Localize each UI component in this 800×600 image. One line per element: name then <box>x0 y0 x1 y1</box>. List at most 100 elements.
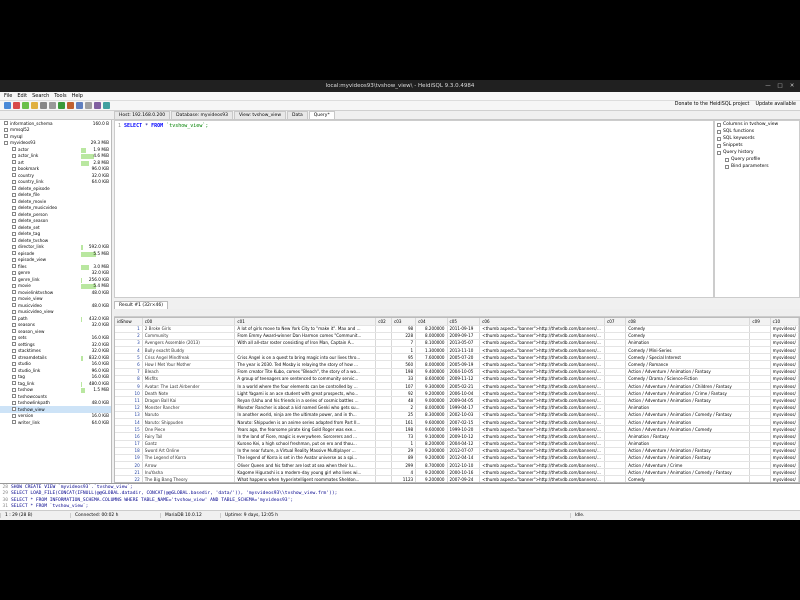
table-cell[interactable]: <thumb aspect="banner">http://thetvdb.co… <box>479 461 606 470</box>
table-cell[interactable]: In a world where the four elements can b… <box>234 382 377 391</box>
table-cell[interactable]: Animation / Fantasy <box>625 432 751 441</box>
helper-item[interactable]: Bind parameters <box>715 163 799 170</box>
helper-item[interactable]: Columns in tvshow_view <box>715 121 799 128</box>
table-cell[interactable] <box>375 389 392 398</box>
table-cell[interactable]: The year is 2030. Ted Mosby is relaying … <box>234 360 377 369</box>
table-cell[interactable]: <thumb aspect="banner">http://thetvdb.co… <box>479 368 606 376</box>
table-cell[interactable]: mysvideos/ <box>770 425 799 434</box>
table-cell[interactable]: 98 <box>391 325 417 333</box>
table-cell[interactable] <box>749 396 771 405</box>
table-row[interactable]: 16 Fairy Tail In the land of Fiore, magic … <box>115 432 799 441</box>
table-cell[interactable]: Death Note <box>142 389 236 398</box>
tab-host[interactable]: Host: 192.168.0.200 <box>114 111 171 119</box>
table-cell[interactable]: 17 <box>115 440 143 448</box>
table-cell[interactable]: 9.000000 <box>415 396 448 405</box>
table-cell[interactable]: 10 <box>115 389 143 398</box>
table-cell[interactable]: Misfits <box>142 375 236 384</box>
table-cell[interactable]: Avatar: The Last Airbender <box>142 382 236 391</box>
tree-item[interactable]: writer_link 64.0 KiB <box>0 419 111 426</box>
table-cell[interactable]: Naruto: Shippuden <box>142 418 236 427</box>
table-cell[interactable] <box>749 461 771 470</box>
table-cell[interactable] <box>604 339 627 348</box>
table-cell[interactable]: 2005-02-21 <box>447 382 481 391</box>
column-header[interactable]: c08 <box>625 318 751 326</box>
table-cell[interactable]: Action / Adventure / Crime <box>625 461 751 470</box>
disconnect-icon[interactable] <box>13 102 20 109</box>
table-cell[interactable]: 1123 <box>391 475 417 482</box>
table-cell[interactable]: Action / Adventure / Animation <box>625 418 751 427</box>
table-cell[interactable]: 2005-07-20 <box>447 353 481 362</box>
table-cell[interactable] <box>604 454 627 463</box>
table-cell[interactable] <box>604 360 627 369</box>
table-cell[interactable]: 7 <box>115 368 143 376</box>
table-cell[interactable]: 2009-04-05 <box>447 396 481 405</box>
table-cell[interactable]: In the land of Fiore, magic is everywher… <box>234 432 377 441</box>
table-cell[interactable]: Kurono Kei, a high school freshman, put … <box>234 440 377 448</box>
table-cell[interactable]: 2006-10-04 <box>447 389 481 398</box>
table-cell[interactable] <box>749 454 771 463</box>
table-cell[interactable]: 9.200000 <box>415 475 448 482</box>
table-cell[interactable]: 161 <box>391 418 417 427</box>
table-cell[interactable]: Action / Adventure / Animation / Childre… <box>625 382 751 391</box>
table-cell[interactable] <box>375 339 392 348</box>
table-cell[interactable]: 2009-09-17 <box>447 332 481 340</box>
table-cell[interactable]: Action / Adventure / Animation / Comedy … <box>625 468 751 477</box>
stop-icon[interactable] <box>67 102 74 109</box>
menu-tools[interactable]: Tools <box>54 93 66 99</box>
table-cell[interactable]: 2013-05-07 <box>447 339 481 348</box>
table-cell[interactable]: 2007-02-15 <box>447 418 481 427</box>
donate-button[interactable]: Donate to the HeidiSQL project <box>675 102 750 107</box>
table-row[interactable]: 11 Dragon Ball Kai Reyan (Ushu and his fri… <box>115 396 799 405</box>
table-cell[interactable] <box>749 389 771 398</box>
table-row[interactable]: 3 Avengers Assemble (2013) With all all-st… <box>115 339 799 348</box>
table-cell[interactable]: 8.000000 <box>415 332 448 340</box>
table-cell[interactable] <box>749 475 771 482</box>
table-cell[interactable]: 9.400000 <box>415 368 448 376</box>
table-cell[interactable]: Oliver Queen and his father are lost at … <box>234 461 377 470</box>
table-cell[interactable] <box>749 418 771 427</box>
table-cell[interactable]: <thumb aspect="banner">http://thetvdb.co… <box>479 418 606 427</box>
table-cell[interactable] <box>375 411 392 419</box>
table-cell[interactable]: 8.600000 <box>415 375 448 384</box>
table-cell[interactable]: Comedy / Romance <box>625 360 751 369</box>
table-cell[interactable] <box>604 325 627 333</box>
table-cell[interactable]: mysvideos/ <box>770 396 799 405</box>
table-cell[interactable]: 2012-07-07 <box>447 447 481 455</box>
table-cell[interactable]: 15 <box>115 425 143 434</box>
table-cell[interactable]: 4 <box>391 468 417 477</box>
table-cell[interactable]: 3 <box>115 339 143 348</box>
table-cell[interactable]: 2 <box>391 404 417 412</box>
table-cell[interactable]: 73 <box>391 432 417 441</box>
table-cell[interactable]: Action / Adventure / Animation / Fantasy <box>625 368 751 376</box>
menu-edit[interactable]: Edit <box>17 93 27 99</box>
table-row[interactable]: 9 Avatar: The Last Airbender In a world wh… <box>115 382 799 391</box>
table-cell[interactable] <box>604 368 627 376</box>
table-cell[interactable] <box>749 425 771 434</box>
table-cell[interactable] <box>604 447 627 455</box>
table-cell[interactable] <box>749 440 771 448</box>
table-cell[interactable]: mysvideos/ <box>770 475 799 482</box>
table-cell[interactable]: Naruto <box>142 411 236 419</box>
table-cell[interactable]: <thumb aspect="banner">http://thetvdb.co… <box>479 447 606 455</box>
table-cell[interactable]: 8.700000 <box>415 461 448 470</box>
table-cell[interactable] <box>375 475 392 482</box>
table-cell[interactable]: Naruto: Shippuden is an anime series ada… <box>234 418 377 427</box>
copy-icon[interactable] <box>40 102 47 109</box>
table-cell[interactable]: 1.300000 <box>415 346 448 355</box>
table-cell[interactable]: Action / Adventure / Animation / Comedy … <box>625 411 751 419</box>
table-cell[interactable]: mysvideos/ <box>770 325 799 333</box>
table-cell[interactable]: Comedy / Mini-Series <box>625 346 751 355</box>
table-cell[interactable] <box>749 468 771 477</box>
table-cell[interactable]: 1999-10-20 <box>447 425 481 434</box>
table-cell[interactable] <box>604 475 627 482</box>
table-cell[interactable]: <thumb aspect="banner">http://thetvdb.co… <box>479 346 606 355</box>
table-cell[interactable]: <thumb aspect="banner">http://thetvdb.co… <box>479 425 606 434</box>
table-cell[interactable]: From Emmy Award-winner Dan Harmon comes … <box>234 332 377 340</box>
table-cell[interactable]: In the near future, a Virtual Reality Ma… <box>234 447 377 455</box>
tab-query[interactable]: Query* <box>308 111 335 119</box>
table-row[interactable]: 14 Naruto: Shippuden Naruto: Shippuden is … <box>115 418 799 427</box>
table-cell[interactable]: mysvideos/ <box>770 339 799 348</box>
table-cell[interactable]: <thumb aspect="banner">http://thetvdb.co… <box>479 339 606 348</box>
table-cell[interactable]: 7 <box>391 339 417 348</box>
table-cell[interactable]: <thumb aspect="banner">http://thetvdb.co… <box>479 432 606 441</box>
